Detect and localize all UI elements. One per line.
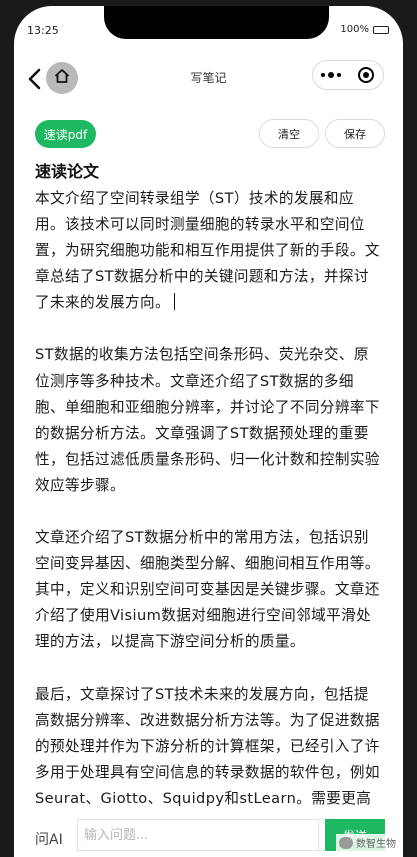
close-miniprogram-button[interactable] [348, 61, 383, 89]
paragraph-2: ST数据的收集方法包括空间条形码、荧光杂交、原位测序等多种技术。文章还介绍了ST… [35, 346, 380, 494]
paragraph-1: 本文介绍了空间转录组学（ST）技术的发展和应用。该技术可以同时测量细胞的转录水平… [35, 186, 383, 316]
paragraph-1-text: 本文介绍了空间转录组学（ST）技术的发展和应用。该技术可以同时测量细胞的转录水平… [35, 190, 380, 312]
speed-read-pdf-button[interactable]: 速读pdf [35, 120, 96, 148]
target-icon [357, 67, 374, 83]
paragraph-4: 最后，文章探讨了ST技术未来的发展方向，包括提高数据分辨率、改进数据分析方法等。… [35, 685, 380, 817]
save-button[interactable]: 保存 [325, 119, 385, 148]
more-dot-icon [320, 73, 325, 77]
status-time: 13:25 [27, 24, 59, 37]
question-input[interactable] [77, 819, 319, 851]
clear-button[interactable]: 清空 [259, 119, 319, 148]
more-dot-icon [327, 72, 334, 78]
paragraph-3: 文章还介绍了ST数据分析中的常用方法，包括识别空间变异基因、细胞类型分解、细胞间… [35, 529, 380, 651]
document-title: 速读论文 [35, 162, 100, 181]
watermark-text: 数智生物 [356, 839, 396, 850]
watermark: 数智生物 [336, 834, 399, 851]
text-caret [173, 293, 175, 311]
editor-toolbar: 速读pdf 清空 保存 [14, 118, 403, 150]
phone-screen: 13:25 100% 写笔记 速读pdf 清空 保存 速读论文 本文介绍了空间转… [14, 6, 403, 857]
navigation-bar: 写笔记 [14, 56, 403, 102]
ask-ai-label: 问AI [35, 832, 63, 848]
note-content-editor[interactable]: 本文介绍了空间转录组学（ST）技术的发展和应用。该技术可以同时测量细胞的转录水平… [35, 186, 383, 816]
battery-icon [373, 25, 389, 34]
more-options-button[interactable] [313, 61, 348, 89]
device-notch [104, 6, 329, 39]
ask-ai-bar: 问AI 发送 数智生物 [14, 816, 403, 857]
wechat-logo-icon [339, 836, 353, 849]
status-right: 100% [340, 24, 389, 35]
miniprogram-capsule [312, 60, 384, 90]
battery-percent: 100% [340, 24, 369, 35]
more-dot-icon [336, 73, 341, 77]
